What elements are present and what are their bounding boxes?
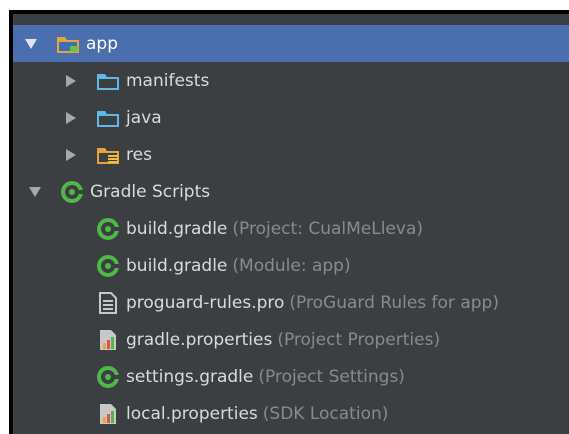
tree-item-label: Gradle Scripts [90,181,211,202]
expand-arrow-right-icon[interactable] [64,111,78,125]
gradle-icon [60,180,84,204]
tree-item-label: build.gradle [126,218,228,239]
tree-item-label: local.properties [126,403,258,424]
project-tree: app manifests java res Gradle Scripts bu… [13,14,569,434]
properties-file-icon [96,402,120,426]
tree-item-label: gradle.properties [126,329,273,350]
tree-item-label: java [126,107,162,128]
tree-item-proguard-rules[interactable]: proguard-rules.pro (ProGuard Rules for a… [13,284,569,321]
tree-item-label: proguard-rules.pro [126,292,285,313]
folder-icon [96,69,120,93]
gradle-icon [96,254,120,278]
tree-item-label: res [126,144,152,165]
tree-item-label: build.gradle [126,255,228,276]
properties-file-icon [96,328,120,352]
expand-arrow-down-icon[interactable] [28,185,42,199]
app-module-folder-icon [56,32,80,56]
folder-icon [96,106,120,130]
tree-item-build-gradle-module[interactable]: build.gradle (Module: app) [13,247,569,284]
tree-item-hint: (Project: CualMeLleva) [232,218,423,239]
tree-item-label: settings.gradle [126,366,254,387]
tree-item-label: manifests [126,70,210,91]
tree-item-manifests[interactable]: manifests [13,62,569,99]
expand-arrow-right-icon[interactable] [64,74,78,88]
tree-item-hint: (Project Properties) [277,329,441,350]
tree-item-gradle-properties[interactable]: gradle.properties (Project Properties) [13,321,569,358]
tree-item-gradle-scripts[interactable]: Gradle Scripts [13,173,569,210]
tree-item-label: app [86,33,118,54]
tree-item-hint: (Module: app) [232,255,351,276]
window-frame: app manifests java res Gradle Scripts bu… [9,10,569,434]
tree-item-app[interactable]: app [13,25,569,62]
resources-folder-icon [96,143,120,167]
tree-item-hint: (SDK Location) [262,403,389,424]
tree-item-hint: (ProGuard Rules for app) [289,292,499,313]
gradle-icon [96,365,120,389]
tree-item-res[interactable]: res [13,136,569,173]
tree-item-hint: (Project Settings) [258,366,405,387]
tree-item-build-gradle-project[interactable]: build.gradle (Project: CualMeLleva) [13,210,569,247]
text-file-icon [96,291,120,315]
expand-arrow-down-icon[interactable] [24,37,38,51]
tree-item-java[interactable]: java [13,99,569,136]
expand-arrow-right-icon[interactable] [64,148,78,162]
tree-item-settings-gradle[interactable]: settings.gradle (Project Settings) [13,358,569,395]
tree-item-local-properties[interactable]: local.properties (SDK Location) [13,395,569,432]
gradle-icon [96,217,120,241]
